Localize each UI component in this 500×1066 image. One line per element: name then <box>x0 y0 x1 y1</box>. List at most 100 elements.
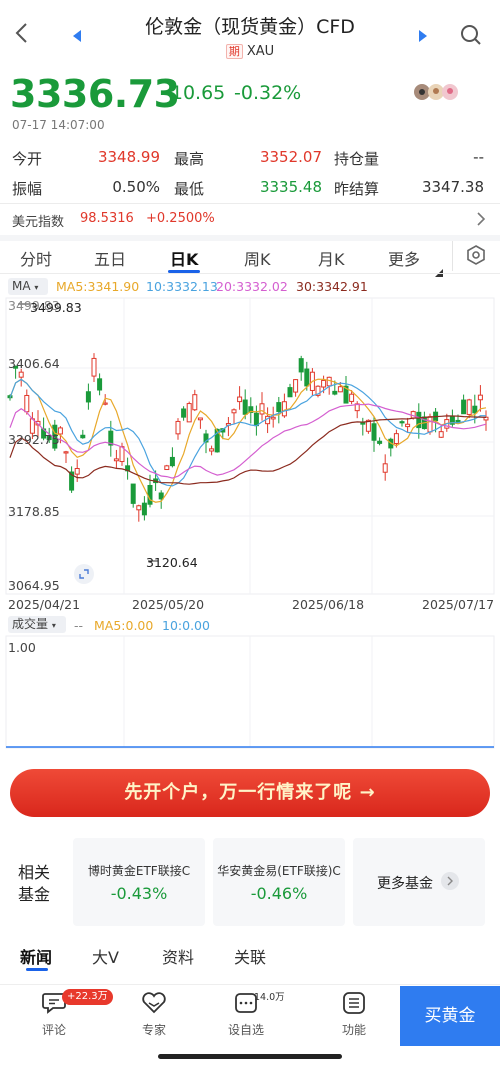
candle <box>186 401 192 423</box>
futures-tag: 期 <box>225 44 243 59</box>
social-avatars[interactable] <box>412 82 462 106</box>
y-axis-label-2: 3406.64 <box>8 356 60 371</box>
candle <box>130 483 136 508</box>
related-funds-label: 相关 基金 <box>18 862 50 906</box>
kline-chart[interactable] <box>0 296 500 596</box>
section-gap <box>0 235 500 241</box>
candle <box>74 459 80 482</box>
comment-badge: +22.3万 <box>62 989 113 1005</box>
volume-y-label: 1.00 <box>8 640 36 655</box>
expert-icon <box>142 992 166 1014</box>
legend-ma5: MA5:3341.90 <box>56 279 140 294</box>
candle <box>354 401 360 419</box>
search-icon[interactable] <box>460 24 482 50</box>
news-tab-indicator <box>26 968 48 971</box>
candle <box>343 376 349 404</box>
candle <box>253 405 259 436</box>
usd-index-value: 98.5316 <box>80 211 134 226</box>
candle <box>141 496 147 521</box>
more-funds-label: 更多基金 <box>377 876 433 892</box>
x-axis-date-4: 2025/07/17 <box>422 597 495 612</box>
candle <box>175 418 181 440</box>
candle <box>108 420 114 457</box>
candle <box>483 410 489 431</box>
next-item-icon[interactable] <box>418 28 428 47</box>
high-value: 3352.07 <box>259 148 322 166</box>
candle <box>461 394 467 415</box>
candle <box>388 437 394 457</box>
candle <box>265 407 271 434</box>
candle <box>136 504 142 522</box>
usd-index-label: 美元指数 <box>12 215 65 230</box>
more-funds-button[interactable]: 更多基金 <box>353 838 485 926</box>
tab-related[interactable]: 关联 <box>234 944 266 968</box>
expert-button[interactable]: 专家 <box>124 991 184 1038</box>
caret-down-icon: ▾ <box>34 283 39 292</box>
x-axis-date-3: 2025/06/18 <box>292 597 365 612</box>
volume-ma5: MA5:0.00 <box>94 618 154 633</box>
candle <box>371 416 377 452</box>
fund-change: -0.43% <box>110 884 168 903</box>
low-label: 最低 <box>174 180 205 198</box>
candle <box>449 409 455 427</box>
candle <box>169 447 175 468</box>
amplitude-value: 0.50% <box>112 178 160 196</box>
fund-card-2[interactable]: 华安黄金易(ETF联接)C -0.46% <box>213 838 345 926</box>
candle <box>298 355 304 381</box>
prev-settle-value: 3347.38 <box>421 178 484 196</box>
tab-weekly-k[interactable]: 周K <box>244 246 271 270</box>
y-axis-label-3: 3292.75 <box>8 432 60 447</box>
dropdown-corner-icon <box>435 262 443 281</box>
code-text: XAU <box>246 44 275 59</box>
candle <box>276 396 282 424</box>
oi-label: 持仓量 <box>334 150 380 168</box>
candle <box>164 464 170 471</box>
candle <box>125 457 131 480</box>
candle <box>237 386 243 410</box>
function-icon <box>343 992 365 1014</box>
tab-profile[interactable]: 资料 <box>162 944 194 968</box>
divider <box>0 273 500 274</box>
candle <box>197 417 203 429</box>
fund-card-1[interactable]: 博时黄金ETF联接C -0.43% <box>73 838 205 926</box>
fullscreen-icon[interactable] <box>74 564 94 584</box>
candle <box>477 385 483 412</box>
candle <box>231 408 237 424</box>
usd-index-change: +0.2500% <box>146 211 215 226</box>
oi-value: -- <box>473 148 484 166</box>
tab-daily-k[interactable]: 日K <box>170 246 198 270</box>
chevron-right-icon <box>476 211 486 231</box>
volume-selector[interactable]: 成交量 ▾ <box>8 616 66 633</box>
tab-intraday[interactable]: 分时 <box>20 246 52 270</box>
price-change: -10.65 <box>164 82 226 104</box>
caret-down-icon: ▾ <box>51 621 56 630</box>
last-price: 3336.73 <box>10 72 180 116</box>
candle <box>281 393 287 418</box>
candle <box>382 454 388 481</box>
candle <box>377 437 383 446</box>
usd-index-row[interactable]: 美元指数 98.5316 +0.2500% <box>0 204 500 234</box>
fund-name: 博时黄金ETF联接C <box>87 864 191 878</box>
candle <box>315 385 321 398</box>
candle <box>91 353 97 383</box>
candle <box>18 368 24 387</box>
high-marker-label: 3499.83 <box>30 300 82 315</box>
ma-selector-label: MA <box>12 279 31 293</box>
chart-settings-icon[interactable] <box>466 245 486 269</box>
tab-monthly-k[interactable]: 月K <box>318 246 345 270</box>
ma-selector[interactable]: MA ▾ <box>8 278 48 295</box>
volume-dashes: -- <box>74 618 84 633</box>
open-account-banner[interactable]: 先开个户，万一行情来了呢 → <box>10 769 490 817</box>
prev-settle-label: 昨结算 <box>334 180 380 198</box>
x-axis-date-2: 2025/05/20 <box>132 597 205 612</box>
buy-gold-button[interactable]: 买黄金 <box>400 986 500 1046</box>
tab-divider <box>452 241 453 271</box>
tab-five-day[interactable]: 五日 <box>94 246 126 270</box>
tab-more[interactable]: 更多 <box>388 246 420 270</box>
candle <box>85 383 91 410</box>
tab-news[interactable]: 新闻 <box>20 944 52 968</box>
tab-big-v[interactable]: 大V <box>92 944 119 968</box>
amplitude-label: 振幅 <box>12 180 43 198</box>
function-button[interactable]: 功能 <box>324 991 384 1038</box>
fund-name: 华安黄金易(ETF联接)C <box>217 864 341 878</box>
